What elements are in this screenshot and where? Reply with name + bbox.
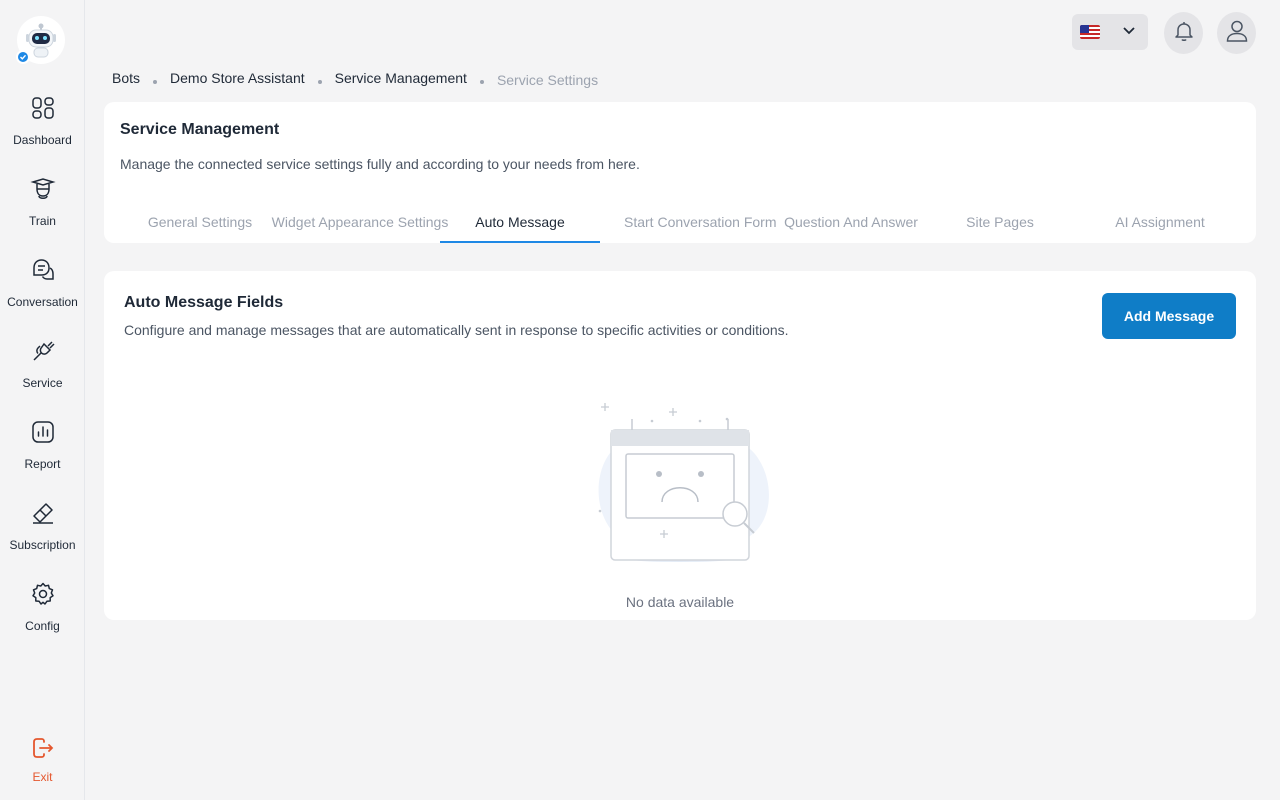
auto-message-panel: Auto Message Fields Configure and manage… [104, 271, 1256, 620]
breadcrumb: Bots Demo Store Assistant Service Manage… [112, 68, 598, 88]
empty-state-text: No data available [625, 594, 735, 610]
sidebar-item-dashboard[interactable]: Dashboard [0, 94, 85, 147]
verified-badge-icon [16, 50, 30, 64]
breadcrumb-separator [479, 80, 484, 84]
plug-icon [29, 337, 57, 365]
sidebar-item-label: Train [29, 214, 56, 228]
bot-logo[interactable] [16, 16, 65, 64]
empty-state-illustration [590, 399, 772, 569]
sidebar-item-report[interactable]: Report [0, 418, 85, 471]
bar-chart-icon [29, 418, 57, 446]
breadcrumb-item-current: Service Settings [496, 72, 599, 88]
sidebar-item-label: Exit [32, 770, 53, 784]
dashboard-icon [29, 94, 57, 122]
page-description: Manage the connected service settings fu… [120, 156, 640, 172]
sidebar-item-train[interactable]: Train [0, 175, 85, 228]
sidebar-item-label: Config [25, 619, 60, 633]
language-select[interactable] [1072, 14, 1148, 50]
breadcrumb-item-bot[interactable]: Demo Store Assistant [170, 70, 305, 86]
ticket-icon [29, 499, 57, 527]
sidebar-item-service[interactable]: Service [0, 337, 85, 390]
settings-tabs: General Settings Widget Appearance Setti… [120, 202, 1240, 243]
sidebar-item-label: Report [24, 457, 61, 471]
tab-question-and-answer[interactable]: Question And Answer [771, 202, 931, 243]
graduation-cap-icon [29, 175, 57, 203]
tab-general-settings[interactable]: General Settings [120, 202, 280, 243]
tab-widget-appearance-settings[interactable]: Widget Appearance Settings [272, 202, 449, 243]
bell-icon [1172, 19, 1196, 48]
tab-auto-message[interactable]: Auto Message [440, 202, 600, 243]
logout-icon [29, 734, 57, 762]
add-message-button[interactable]: Add Message [1102, 293, 1236, 339]
tab-ai-assignment[interactable]: AI Assignment [1080, 202, 1240, 243]
section-description: Configure and manage messages that are a… [124, 322, 789, 338]
profile-button[interactable] [1217, 12, 1256, 54]
service-management-header: Service Management Manage the connected … [104, 102, 1256, 243]
tab-start-conversation-form[interactable]: Start Conversation Form [620, 202, 780, 243]
sidebar-item-subscription[interactable]: Subscription [0, 499, 85, 552]
breadcrumb-separator [317, 80, 322, 84]
sidebar-item-label: Service [22, 376, 63, 390]
breadcrumb-item-bots[interactable]: Bots [112, 70, 140, 86]
user-icon [1224, 18, 1250, 49]
us-flag-icon [1080, 25, 1100, 39]
sidebar-item-label: Dashboard [13, 133, 72, 147]
chevron-down-icon [1120, 21, 1138, 44]
notifications-button[interactable] [1164, 12, 1203, 54]
chat-bubbles-icon [29, 256, 57, 284]
sidebar-item-conversation[interactable]: Conversation [0, 256, 85, 309]
sidebar: Dashboard Train Conversation Service Rep… [0, 0, 85, 800]
gear-icon [29, 580, 57, 608]
breadcrumb-item-service-management[interactable]: Service Management [335, 70, 467, 86]
section-title: Auto Message Fields [124, 294, 284, 311]
page-title: Service Management [120, 121, 280, 138]
tab-site-pages[interactable]: Site Pages [920, 202, 1080, 243]
breadcrumb-separator [153, 80, 158, 84]
sidebar-item-config[interactable]: Config [0, 580, 85, 633]
sidebar-item-exit[interactable]: Exit [0, 734, 85, 784]
sidebar-item-label: Conversation [7, 295, 78, 309]
sidebar-item-label: Subscription [9, 538, 76, 552]
